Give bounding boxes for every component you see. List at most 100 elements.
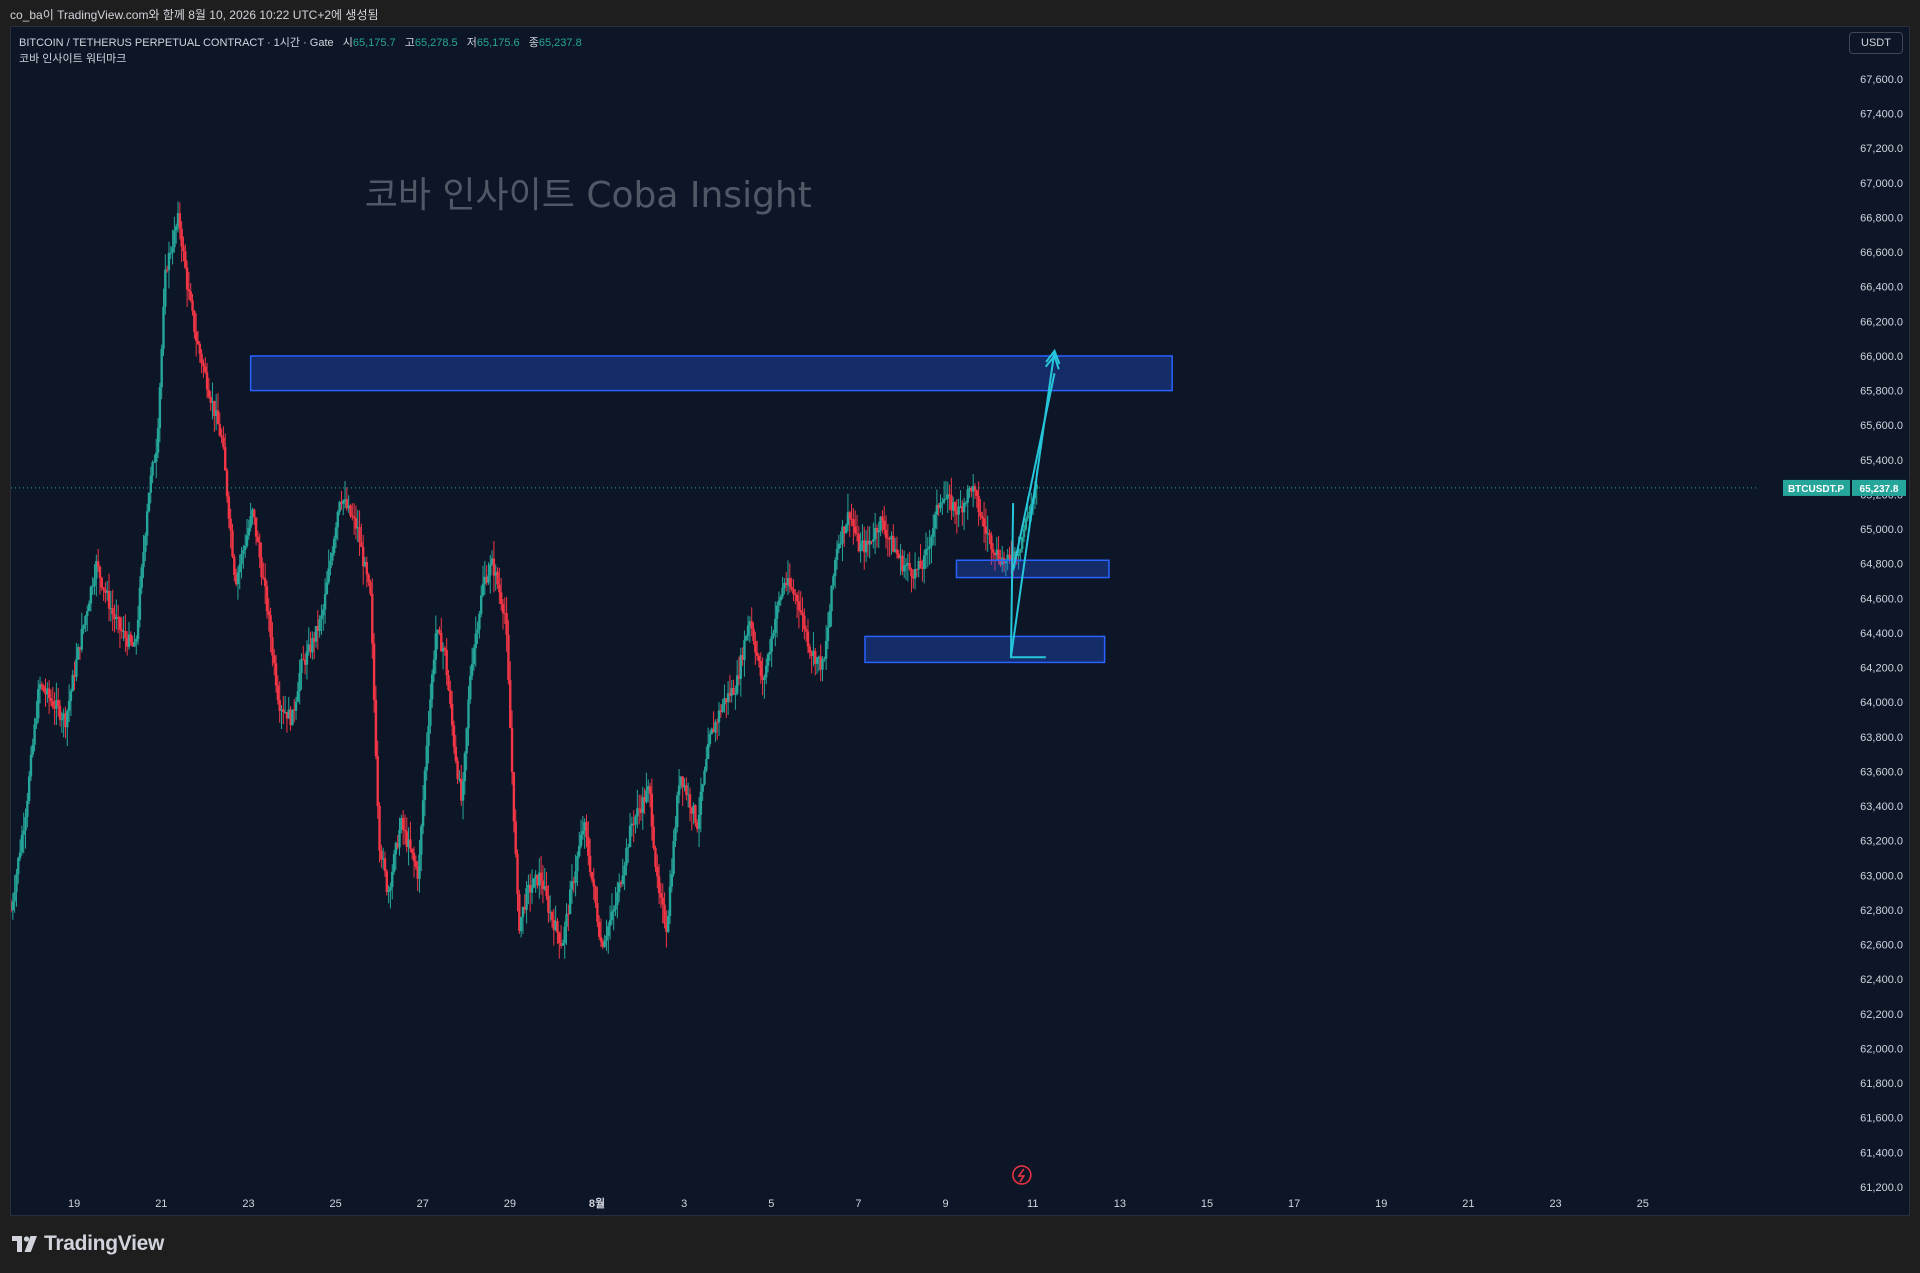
projection-path-3[interactable] xyxy=(1009,350,1056,658)
candle-body xyxy=(835,548,839,561)
candle-body xyxy=(420,826,423,855)
candle-body xyxy=(224,447,227,471)
watermark-text: 코바 인사이트 Coba Insight xyxy=(365,175,812,216)
candle-body xyxy=(47,688,51,698)
projection-path-2[interactable] xyxy=(1009,503,1046,659)
watermark-indicator-label[interactable]: 코바 인사이트 워터마크 xyxy=(19,51,582,67)
candle-body xyxy=(360,542,363,548)
candle-body xyxy=(514,821,517,854)
candle-body xyxy=(652,826,655,848)
lightning-icon[interactable] xyxy=(1012,1165,1032,1185)
candle-body xyxy=(853,526,857,534)
price-chart[interactable]: 코바 인사이트 Coba Insight67,800.067,600.067,4… xyxy=(11,27,1910,1216)
symbol-title[interactable]: BITCOIN / TETHERUS PERPETUAL CONTRACT · … xyxy=(19,37,334,49)
candle-body xyxy=(703,770,706,785)
candle-body xyxy=(469,675,472,700)
candle-body xyxy=(434,633,438,660)
candle-body xyxy=(249,516,252,528)
candle-body xyxy=(318,619,321,632)
candle-body xyxy=(13,891,16,902)
candle-body xyxy=(229,518,232,531)
zone-box-1[interactable] xyxy=(249,355,1173,392)
candle-body xyxy=(425,745,428,771)
candle-body xyxy=(411,848,414,853)
candle-body xyxy=(650,793,654,827)
currency-button[interactable]: USDT xyxy=(1849,32,1903,54)
candle-body xyxy=(82,625,85,629)
candle-body xyxy=(254,517,258,537)
candle-body xyxy=(463,753,467,782)
candle-body xyxy=(49,697,53,702)
candle-body xyxy=(42,685,45,692)
candle-body xyxy=(734,693,737,695)
candle-body xyxy=(450,703,454,726)
candle-body xyxy=(910,569,913,577)
candle-body xyxy=(670,874,674,887)
x-axis-tick-label: 5 xyxy=(768,1198,774,1210)
candle-body xyxy=(151,462,154,476)
candle-body xyxy=(913,569,917,579)
chart-frame[interactable]: 코바 인사이트 Coba Insight67,800.067,600.067,4… xyxy=(10,26,1910,1216)
x-axis-tick-label: 19 xyxy=(1375,1198,1387,1210)
candle-body xyxy=(133,642,136,647)
candle-body xyxy=(489,564,492,576)
candle-body xyxy=(253,509,256,518)
candle-body xyxy=(71,674,74,692)
candle-body xyxy=(636,808,639,817)
x-axis-tick-label: 23 xyxy=(242,1198,254,1210)
x-axis-tick-label: 13 xyxy=(1114,1198,1126,1210)
candle-body xyxy=(69,691,73,701)
projection-path-1[interactable] xyxy=(1012,373,1056,571)
candle-body xyxy=(476,629,479,634)
x-axis-tick-label: 21 xyxy=(1462,1198,1474,1210)
candle-body xyxy=(336,512,339,528)
candle-body xyxy=(1024,518,1028,530)
candle-body xyxy=(708,734,712,744)
candle-body xyxy=(594,886,597,903)
candle-body xyxy=(329,560,332,569)
candle-body xyxy=(180,228,183,247)
price-badge-value: 65,237.8 xyxy=(1860,484,1899,495)
candle-body xyxy=(788,578,792,587)
candle-body xyxy=(298,673,301,692)
candle-body xyxy=(578,845,581,857)
candle-body xyxy=(100,577,103,588)
y-axis-tick-label: 66,600.0 xyxy=(1860,247,1903,259)
candle-body xyxy=(848,512,851,519)
candle-body xyxy=(418,854,421,879)
candle-body xyxy=(155,452,158,462)
zone-box-2[interactable] xyxy=(955,559,1110,579)
zone-box-3[interactable] xyxy=(864,635,1106,664)
candle-body xyxy=(579,834,583,846)
candle-body xyxy=(427,725,430,746)
tradingview-logo[interactable]: TradingView xyxy=(12,1232,164,1256)
candle-body xyxy=(941,502,944,504)
x-axis-tick-label: 19 xyxy=(68,1198,80,1210)
candle-body xyxy=(763,677,766,680)
candle-body xyxy=(512,772,516,822)
candle-body xyxy=(294,701,298,711)
candle-body xyxy=(387,890,390,893)
candle-body xyxy=(598,921,601,937)
candle-body xyxy=(977,495,980,513)
candle-body xyxy=(982,518,986,527)
candle-body xyxy=(171,247,174,253)
x-axis-tick-label: 9 xyxy=(943,1198,949,1210)
candle-body xyxy=(627,847,630,849)
candle-body xyxy=(258,541,261,558)
candle-body xyxy=(454,746,457,761)
x-axis-tick-label: 17 xyxy=(1288,1198,1300,1210)
candle-body xyxy=(823,658,826,660)
candle-body xyxy=(365,561,369,575)
low-label: 저 xyxy=(466,37,477,49)
candle-body xyxy=(87,603,91,612)
candle-body xyxy=(372,643,376,700)
candle-body xyxy=(621,875,625,885)
candle-body xyxy=(167,252,171,271)
candle-body xyxy=(147,492,151,512)
candle-body xyxy=(144,535,147,553)
candle-body xyxy=(342,500,345,504)
candle-body xyxy=(472,648,476,665)
candle-body xyxy=(1026,514,1029,519)
y-axis-tick-label: 61,600.0 xyxy=(1860,1113,1903,1125)
